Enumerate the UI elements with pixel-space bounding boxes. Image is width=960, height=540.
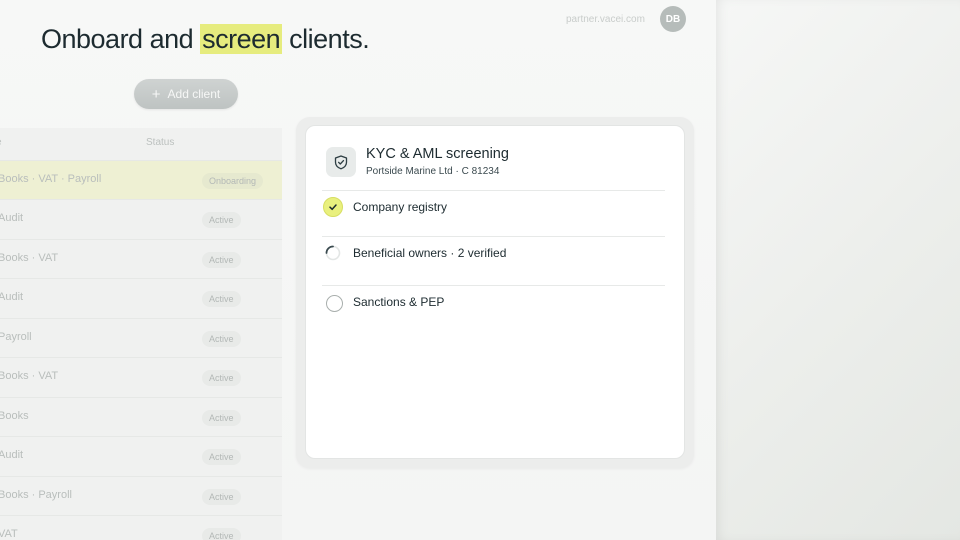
divider <box>322 285 665 286</box>
table-row[interactable]: VAT Active <box>0 515 282 540</box>
row-services: Payroll <box>0 331 32 343</box>
screening-card: KYC & AML screening Portside Marine Ltd … <box>305 125 685 459</box>
table-row[interactable]: Books · VAT Active <box>0 357 282 397</box>
status-badge: Active <box>202 252 241 268</box>
status-badge: Active <box>202 528 241 540</box>
screening-subtitle: Portside Marine Ltd · C 81234 <box>366 166 500 177</box>
row-services: Books · VAT <box>0 252 59 264</box>
row-services: VAT <box>0 528 18 540</box>
page-title-highlight: screen <box>200 24 283 54</box>
row-services: Books <box>0 410 29 422</box>
page-title: Onboard and screen clients. <box>41 24 370 55</box>
empty-circle-icon <box>326 295 343 312</box>
add-client-button[interactable]: + Add client <box>134 79 238 109</box>
add-client-label: Add client <box>167 87 221 101</box>
workspace-domain: partner.vacei.com <box>566 14 645 25</box>
table-row[interactable]: Audit Active <box>0 436 282 476</box>
row-services: Audit <box>0 291 24 303</box>
table-row[interactable]: Books · VAT Active <box>0 239 282 279</box>
table-row[interactable]: Books · Payroll Active <box>0 476 282 516</box>
status-badge: Active <box>202 410 241 426</box>
divider <box>322 190 665 191</box>
status-badge: Active <box>202 291 241 307</box>
status-badge: Onboarding <box>202 173 264 189</box>
app-stage: Onboard and screen clients. partner.vace… <box>0 0 960 540</box>
status-badge: Active <box>202 331 241 347</box>
main-panel: Onboard and screen clients. partner.vace… <box>0 0 716 540</box>
shield-check-icon <box>326 147 356 177</box>
screening-title: KYC & AML screening <box>366 146 509 162</box>
backdrop <box>716 0 960 540</box>
column-header-status[interactable]: Status <box>146 137 174 148</box>
table-row[interactable]: Audit Active <box>0 199 282 239</box>
row-services: Audit <box>0 449 24 461</box>
status-badge: Active <box>202 212 241 228</box>
divider <box>322 236 665 237</box>
check-label-beneficial-owners: Beneficial owners · 2 verified <box>353 246 507 260</box>
table-row[interactable]: Books · VAT · Payroll Onboarding <box>0 160 282 200</box>
row-services: Books · Payroll <box>0 489 72 501</box>
row-services: Audit <box>0 212 24 224</box>
page-title-prefix: Onboard and <box>41 24 201 54</box>
row-services: Books · VAT · Payroll <box>0 173 102 185</box>
status-badge: Active <box>202 370 241 386</box>
check-label-company-registry: Company registry <box>353 200 448 214</box>
column-header-name[interactable]: e <box>0 137 2 148</box>
plus-icon: + <box>151 85 161 103</box>
spinner-icon <box>324 244 344 264</box>
check-label-sanctions-pep: Sanctions & PEP <box>353 295 445 309</box>
page-title-suffix: clients. <box>282 24 370 54</box>
avatar[interactable]: DB <box>660 6 686 32</box>
status-badge: Active <box>202 489 241 505</box>
table-row[interactable]: Audit Active <box>0 278 282 318</box>
status-badge: Active <box>202 449 241 465</box>
table-row[interactable]: Payroll Active <box>0 318 282 358</box>
row-services: Books · VAT <box>0 370 59 382</box>
checkmark-icon <box>323 197 343 217</box>
table-row[interactable]: Books Active <box>0 397 282 437</box>
